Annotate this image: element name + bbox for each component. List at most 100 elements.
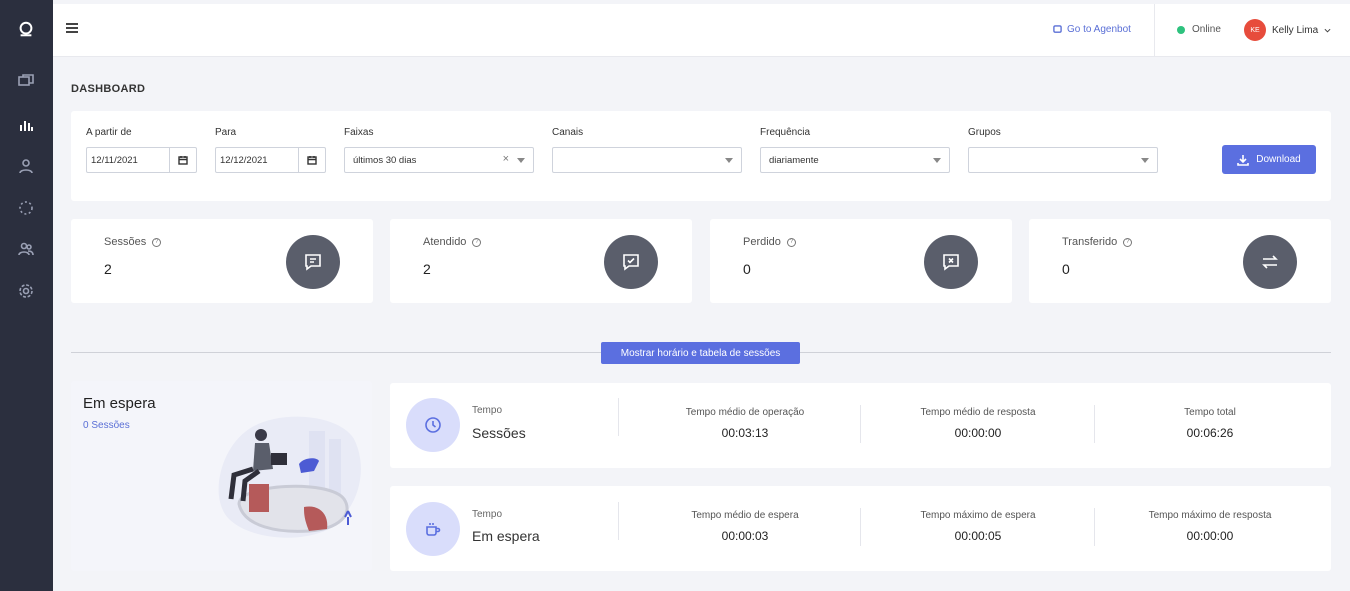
metric-label: Tempo máximo de resposta	[1148, 510, 1272, 521]
agenbot-label: Go to Agenbot	[1067, 24, 1131, 35]
metric-total-time: Tempo total 00:06:26	[1095, 407, 1325, 440]
time-big-label: Em espera	[472, 528, 540, 544]
metric-value: 00:00:03	[721, 529, 769, 543]
user-name: Kelly Lima	[1272, 24, 1319, 36]
waiting-time-card: Tempo Em espera Tempo médio de espera 00…	[390, 486, 1331, 571]
metric-value: 00:00:00	[954, 426, 1002, 440]
status-label: Online	[1192, 24, 1221, 35]
metric-label: Tempo máximo de espera	[920, 510, 1036, 521]
help-icon[interactable]: ?	[152, 237, 162, 247]
stat-label: Sessões	[104, 236, 147, 248]
frequency-label: Frequência	[760, 127, 811, 138]
time-big-label: Sessões	[472, 425, 526, 441]
filters-card: A partir de 12/11/2021 Para 12/12/2021 F…	[71, 111, 1331, 201]
metric-value: 00:00:05	[954, 529, 1002, 543]
metric-max-response: Tempo máximo de resposta 00:00:00	[1095, 510, 1325, 543]
to-date-field[interactable]: 12/12/2021	[215, 147, 326, 173]
transfer-arrows-icon	[1243, 235, 1297, 289]
stat-value: 2	[423, 261, 431, 277]
metric-avg-response: Tempo médio de resposta 00:00:00	[863, 407, 1093, 440]
go-to-agenbot-link[interactable]: Go to Agenbot	[1053, 24, 1131, 35]
metric-value: 00:03:13	[721, 426, 769, 440]
top-header: Go to Agenbot Online KE Kelly Lima	[53, 4, 1350, 57]
coffee-cup-icon	[406, 502, 460, 556]
stat-card-transferred: Transferido? 0	[1029, 219, 1331, 303]
sidebar	[0, 0, 53, 591]
metric-value: 00:00:00	[1186, 529, 1234, 543]
stat-label: Transferido	[1062, 236, 1118, 248]
range-label: Faixas	[344, 127, 374, 138]
stat-value: 0	[743, 261, 751, 277]
channels-select[interactable]	[552, 147, 742, 173]
sessions-time-card: Tempo Sessões Tempo médio de operação 00…	[390, 383, 1331, 468]
help-icon[interactable]: ?	[786, 237, 796, 247]
message-check-icon	[604, 235, 658, 289]
chat-icon[interactable]	[17, 73, 35, 91]
download-button[interactable]: Download	[1222, 145, 1316, 174]
message-x-icon	[924, 235, 978, 289]
person-at-desk-illustration	[218, 416, 361, 538]
waiting-card: Em espera 0 Sessões	[71, 381, 372, 571]
separator	[618, 398, 619, 436]
metric-max-wait: Tempo máximo de espera 00:00:05	[863, 510, 1093, 543]
chevron-down-icon	[1324, 28, 1331, 33]
gear-icon[interactable]	[17, 282, 35, 300]
metric-avg-wait: Tempo médio de espera 00:00:03	[630, 510, 860, 543]
stat-value: 2	[104, 261, 112, 277]
caret-down-icon	[725, 158, 733, 163]
caret-down-icon	[517, 158, 525, 163]
clear-icon[interactable]: ×	[503, 153, 509, 165]
user-icon[interactable]	[17, 157, 35, 175]
frequency-value: diariamente	[769, 155, 819, 166]
metric-label: Tempo total	[1184, 407, 1236, 418]
download-label: Download	[1256, 154, 1301, 165]
show-sessions-table-button[interactable]: Mostrar horário e tabela de sessões	[601, 342, 800, 364]
avatar: KE	[1244, 19, 1266, 41]
waiting-title: Em espera	[83, 395, 156, 412]
header-divider	[1154, 4, 1155, 57]
groups-select[interactable]	[968, 147, 1158, 173]
page-title: DASHBOARD	[71, 83, 146, 95]
channels-label: Canais	[552, 127, 584, 138]
from-date-value: 12/11/2021	[91, 155, 138, 166]
message-icon	[286, 235, 340, 289]
caret-down-icon	[1141, 158, 1149, 163]
range-select[interactable]: últimos 30 dias ×	[344, 147, 534, 173]
time-small-label: Tempo	[472, 509, 503, 520]
loader-icon[interactable]	[17, 199, 35, 217]
status-indicator[interactable]: Online	[1177, 24, 1221, 35]
caret-down-icon	[933, 158, 941, 163]
chat-bubble-icon	[1053, 25, 1062, 33]
separator	[860, 405, 861, 443]
from-date-field[interactable]: 12/11/2021	[86, 147, 197, 173]
calendar-icon[interactable]	[169, 148, 196, 172]
waiting-sessions-link[interactable]: 0 Sessões	[83, 420, 130, 431]
metric-label: Tempo médio de espera	[691, 510, 799, 521]
clock-icon	[406, 398, 460, 452]
stat-value: 0	[1062, 261, 1070, 277]
frequency-select[interactable]: diariamente	[760, 147, 950, 173]
users-icon[interactable]	[17, 240, 35, 258]
metric-label: Tempo médio de operação	[685, 407, 805, 418]
menu-icon[interactable]	[66, 23, 78, 33]
separator	[618, 502, 619, 540]
stat-label: Atendido	[423, 236, 467, 248]
user-menu[interactable]: KE Kelly Lima	[1244, 19, 1331, 41]
stat-card-lost: Perdido? 0	[710, 219, 1012, 303]
metric-avg-operation: Tempo médio de operação 00:03:13	[630, 407, 860, 440]
range-value: últimos 30 dias	[353, 155, 417, 166]
online-dot	[1177, 25, 1185, 34]
logo-icon[interactable]	[17, 20, 35, 38]
stat-card-attended: Atendido? 2	[390, 219, 692, 303]
from-label: A partir de	[86, 127, 132, 138]
download-icon	[1237, 154, 1250, 166]
to-label: Para	[215, 127, 237, 138]
help-icon[interactable]: ?	[472, 237, 482, 247]
stat-label: Perdido	[743, 236, 781, 248]
stat-card-sessions: Sessões? 2	[71, 219, 373, 303]
to-date-value: 12/12/2021	[220, 155, 268, 166]
calendar-icon[interactable]	[298, 148, 325, 172]
help-icon[interactable]: ?	[1123, 237, 1133, 247]
groups-label: Grupos	[968, 127, 1001, 138]
bar-chart-icon[interactable]	[17, 116, 35, 134]
